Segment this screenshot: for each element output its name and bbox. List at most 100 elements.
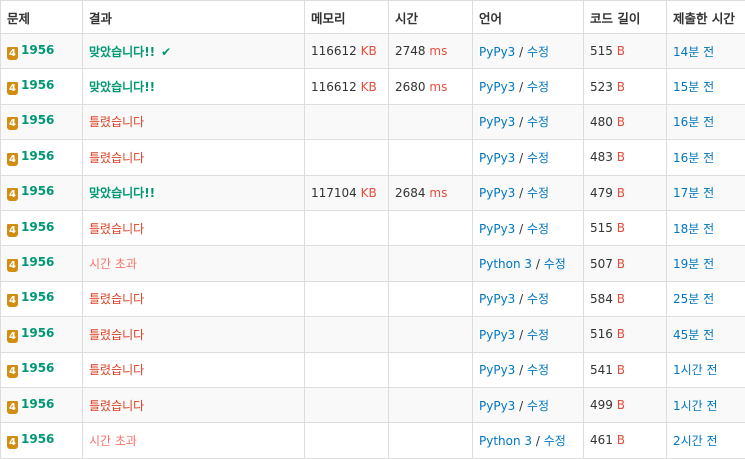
- time-unit: ms: [429, 186, 447, 200]
- problem-cell: 41956: [1, 423, 83, 458]
- language-separator: /: [519, 399, 523, 413]
- language-separator: /: [519, 328, 523, 342]
- edit-link[interactable]: 수정: [527, 363, 549, 377]
- time-cell: 2748 ms: [389, 34, 473, 69]
- table-header-row: 문제 결과 메모리 시간 언어 코드 길이 제출한 시간: [1, 1, 745, 34]
- language-link[interactable]: Python 3: [479, 257, 532, 271]
- edit-link[interactable]: 수정: [527, 328, 549, 342]
- submitted-time-link[interactable]: 15분 전: [673, 80, 714, 94]
- result-cell: 틀렸습니다: [83, 140, 305, 175]
- code-length-value: 499: [590, 398, 613, 412]
- language-link[interactable]: PyPy3: [479, 328, 515, 342]
- edit-link[interactable]: 수정: [527, 399, 549, 413]
- edit-link[interactable]: 수정: [527, 222, 549, 236]
- problem-cell: 41956: [1, 246, 83, 281]
- memory-cell: [305, 387, 389, 422]
- result-text: 시간 초과: [89, 434, 137, 448]
- problem-link[interactable]: 1956: [21, 184, 54, 198]
- result-cell: 시간 초과: [83, 423, 305, 458]
- submitted-time-link[interactable]: 16분 전: [673, 115, 714, 129]
- problem-link[interactable]: 1956: [21, 255, 54, 269]
- problem-cell: 41956: [1, 140, 83, 175]
- submitted-time-cell: 1시간 전: [667, 352, 745, 387]
- edit-link[interactable]: 수정: [527, 186, 549, 200]
- language-link[interactable]: PyPy3: [479, 292, 515, 306]
- submitted-time-link[interactable]: 16분 전: [673, 151, 714, 165]
- tier-badge-icon[interactable]: 4: [7, 365, 18, 378]
- result-cell: 틀렸습니다: [83, 210, 305, 245]
- language-cell: PyPy3 / 수정: [473, 387, 584, 422]
- tier-badge-icon[interactable]: 4: [7, 153, 18, 166]
- result-text: 맞았습니다!!: [89, 186, 155, 200]
- submitted-time-link[interactable]: 45분 전: [673, 328, 714, 342]
- problem-link[interactable]: 1956: [21, 78, 54, 92]
- tier-badge-icon[interactable]: 4: [7, 259, 18, 272]
- problem-link[interactable]: 1956: [21, 361, 54, 375]
- language-cell: PyPy3 / 수정: [473, 281, 584, 316]
- submitted-time-link[interactable]: 1시간 전: [673, 399, 718, 413]
- language-cell: PyPy3 / 수정: [473, 352, 584, 387]
- problem-link[interactable]: 1956: [21, 432, 54, 446]
- table-row: 41956시간 초과Python 3 / 수정461 B2시간 전: [1, 423, 745, 458]
- problem-link[interactable]: 1956: [21, 43, 54, 57]
- language-link[interactable]: Python 3: [479, 434, 532, 448]
- problem-link[interactable]: 1956: [21, 220, 54, 234]
- code-length-value: 584: [590, 292, 613, 306]
- table-row: 41956틀렸습니다PyPy3 / 수정516 B45분 전: [1, 317, 745, 352]
- memory-value: 116612: [311, 44, 357, 58]
- edit-link[interactable]: 수정: [527, 151, 549, 165]
- edit-link[interactable]: 수정: [527, 80, 549, 94]
- tier-badge-icon[interactable]: 4: [7, 82, 18, 95]
- language-link[interactable]: PyPy3: [479, 399, 515, 413]
- tier-badge-icon[interactable]: 4: [7, 436, 18, 449]
- problem-cell: 41956: [1, 69, 83, 104]
- problem-link[interactable]: 1956: [21, 113, 54, 127]
- submitted-time-link[interactable]: 14분 전: [673, 45, 714, 59]
- language-link[interactable]: PyPy3: [479, 80, 515, 94]
- code-length-value: 515: [590, 44, 613, 58]
- tier-badge-icon[interactable]: 4: [7, 330, 18, 343]
- code-length-cell: 516 B: [584, 317, 667, 352]
- problem-link[interactable]: 1956: [21, 326, 54, 340]
- submitted-time-link[interactable]: 2시간 전: [673, 434, 718, 448]
- language-cell: PyPy3 / 수정: [473, 34, 584, 69]
- code-length-cell: 479 B: [584, 175, 667, 210]
- submitted-time-link[interactable]: 19분 전: [673, 257, 714, 271]
- edit-link[interactable]: 수정: [544, 434, 566, 448]
- memory-unit: KB: [361, 186, 377, 200]
- edit-link[interactable]: 수정: [544, 257, 566, 271]
- tier-badge-icon[interactable]: 4: [7, 188, 18, 201]
- result-cell: 맞았습니다!!: [83, 69, 305, 104]
- submitted-time-link[interactable]: 17분 전: [673, 186, 714, 200]
- submitted-time-link[interactable]: 1시간 전: [673, 363, 718, 377]
- language-link[interactable]: PyPy3: [479, 45, 515, 59]
- problem-link[interactable]: 1956: [21, 397, 54, 411]
- time-cell: [389, 210, 473, 245]
- code-length-unit: B: [617, 433, 625, 447]
- language-cell: Python 3 / 수정: [473, 246, 584, 281]
- tier-badge-icon[interactable]: 4: [7, 117, 18, 130]
- tier-badge-icon[interactable]: 4: [7, 224, 18, 237]
- tier-badge-icon[interactable]: 4: [7, 294, 18, 307]
- language-link[interactable]: PyPy3: [479, 151, 515, 165]
- problem-link[interactable]: 1956: [21, 290, 54, 304]
- language-link[interactable]: PyPy3: [479, 115, 515, 129]
- memory-cell: [305, 281, 389, 316]
- submitted-time-link[interactable]: 18분 전: [673, 222, 714, 236]
- language-cell: Python 3 / 수정: [473, 423, 584, 458]
- language-link[interactable]: PyPy3: [479, 186, 515, 200]
- result-text: 틀렸습니다: [89, 222, 144, 236]
- column-header-time: 시간: [389, 1, 473, 34]
- edit-link[interactable]: 수정: [527, 292, 549, 306]
- problem-link[interactable]: 1956: [21, 149, 54, 163]
- column-header-code-length: 코드 길이: [584, 1, 667, 34]
- edit-link[interactable]: 수정: [527, 45, 549, 59]
- result-text: 틀렸습니다: [89, 151, 144, 165]
- edit-link[interactable]: 수정: [527, 115, 549, 129]
- problem-cell: 41956: [1, 210, 83, 245]
- tier-badge-icon[interactable]: 4: [7, 47, 18, 60]
- tier-badge-icon[interactable]: 4: [7, 401, 18, 414]
- language-link[interactable]: PyPy3: [479, 222, 515, 236]
- language-link[interactable]: PyPy3: [479, 363, 515, 377]
- submitted-time-link[interactable]: 25분 전: [673, 292, 714, 306]
